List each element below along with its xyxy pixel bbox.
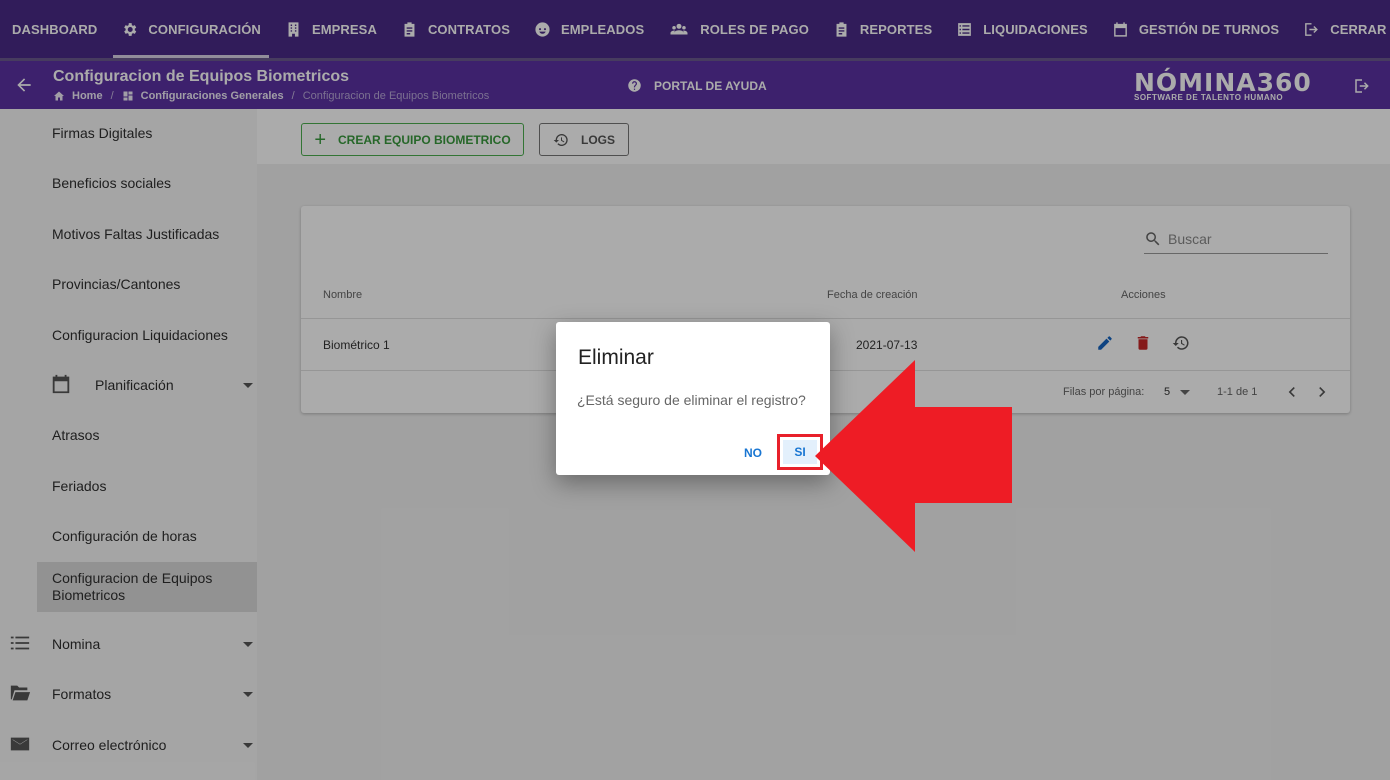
dialog-title: Eliminar (578, 346, 654, 369)
dialog-message: ¿Está seguro de eliminar el registro? (577, 392, 806, 408)
si-button[interactable]: SI (783, 440, 817, 464)
delete-confirm-dialog: Eliminar ¿Está seguro de eliminar el reg… (556, 322, 830, 475)
no-button[interactable]: NO (734, 439, 772, 467)
annotation-arrow-icon (815, 360, 1012, 552)
